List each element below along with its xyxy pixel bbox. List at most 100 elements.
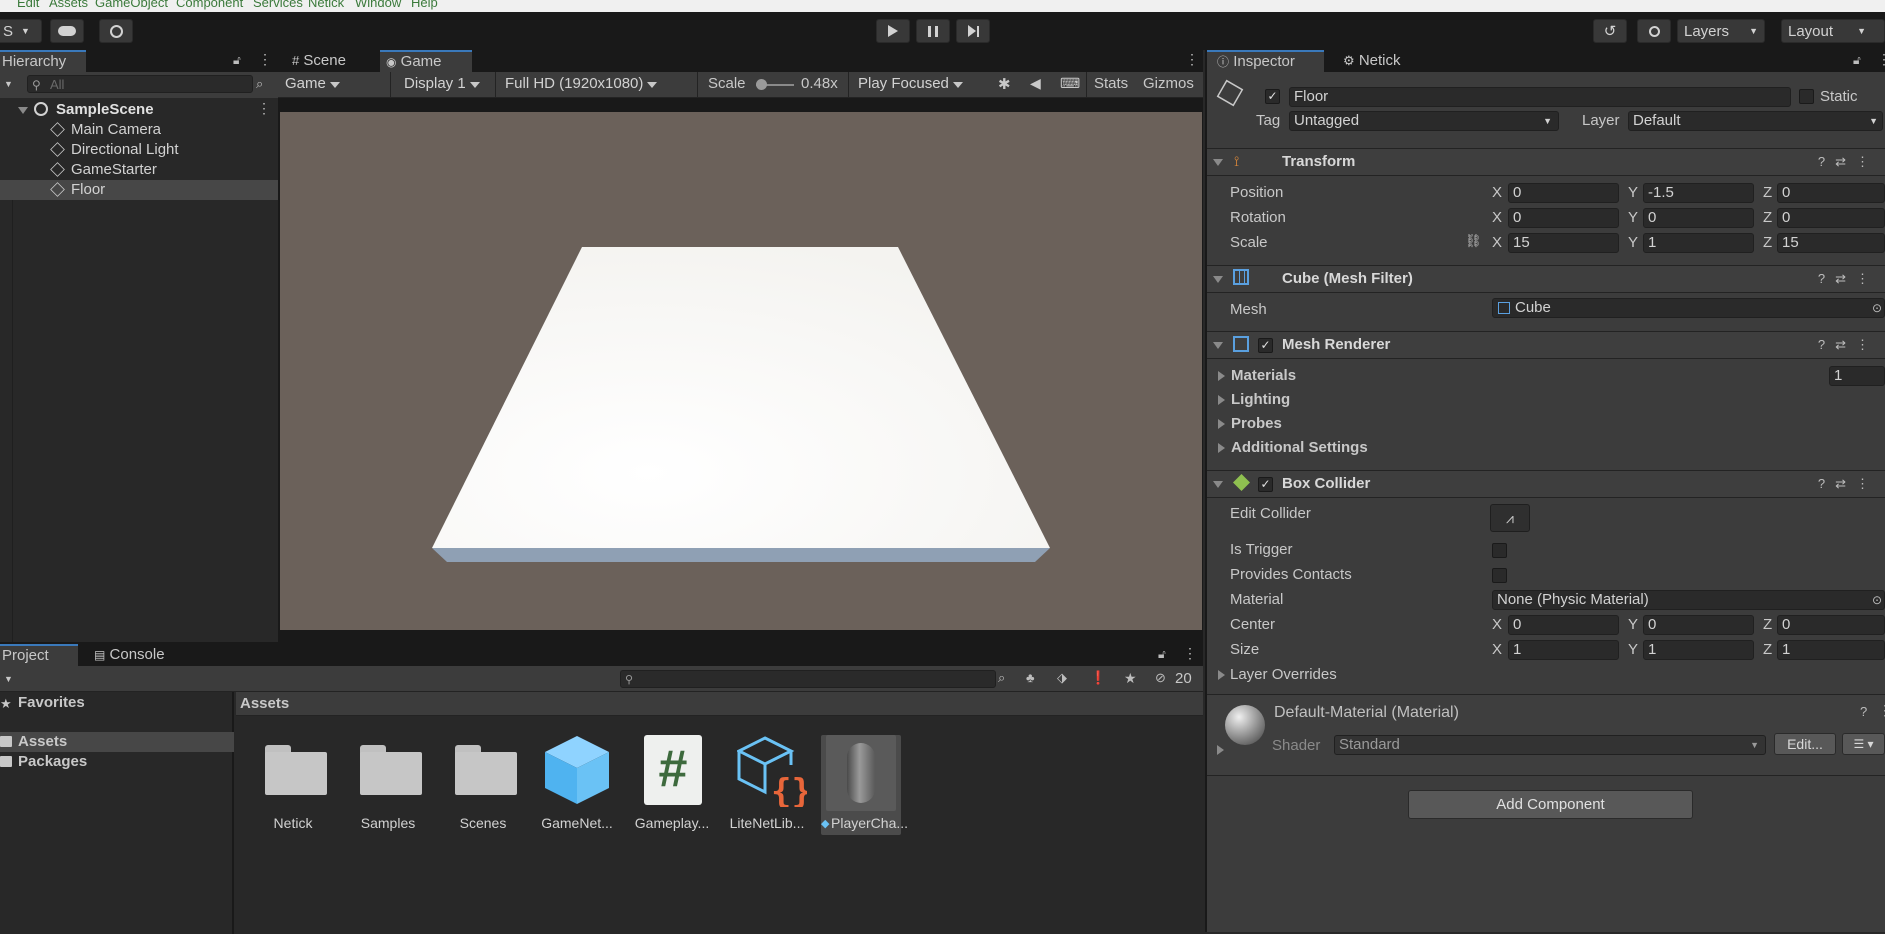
expand-arrow-icon[interactable]	[1218, 371, 1225, 381]
component-header-icons[interactable]: ?⇄⋮	[1818, 154, 1879, 170]
stats-button[interactable]: Stats	[1094, 75, 1128, 92]
search-by-type-icon[interactable]: ⌕	[998, 670, 1005, 686]
kebab-menu-icon[interactable]: ⋮	[1183, 645, 1197, 662]
edit-shader-button[interactable]: Edit...	[1774, 733, 1836, 755]
layout-dropdown[interactable]: Layout ▼	[1781, 19, 1885, 43]
tab-netick[interactable]: ⚙ Netick	[1337, 50, 1427, 72]
provides-contacts-checkbox[interactable]	[1492, 568, 1507, 583]
menu-edit[interactable]: Edit	[17, 0, 39, 10]
is-trigger-checkbox[interactable]	[1492, 543, 1507, 558]
kebab-menu-icon[interactable]: ⋮	[1878, 702, 1885, 719]
tab-project[interactable]: Project	[0, 644, 78, 666]
layer-dropdown[interactable]: Default ▼	[1628, 111, 1883, 131]
search-button[interactable]	[1637, 19, 1671, 43]
box-collider-header[interactable]: ✓ Box Collider ?⇄⋮	[1207, 470, 1885, 498]
lock-icon[interactable]: 🔓︎	[1853, 53, 1861, 68]
expand-arrow-icon[interactable]	[1218, 443, 1225, 453]
mesh-filter-header[interactable]: Cube (Mesh Filter) ?⇄⋮	[1207, 265, 1885, 293]
transform-header[interactable]: ⟟ Transform ?⇄⋮	[1207, 148, 1885, 176]
shader-options-button[interactable]: ☰ ▾	[1842, 733, 1885, 755]
component-header-icons[interactable]: ?⇄⋮	[1818, 337, 1879, 353]
edit-collider-button[interactable]: ⩘	[1490, 504, 1530, 532]
menu-services[interactable]: Services	[253, 0, 303, 10]
collapse-arrow-icon[interactable]	[1213, 481, 1223, 488]
asset-item-selected[interactable]: ◆ PlayerCha...	[821, 735, 908, 835]
add-dropdown-icon[interactable]: ▼	[4, 79, 13, 89]
tree-item-assets[interactable]: Assets	[0, 732, 234, 752]
size-x-field[interactable]: 1	[1508, 640, 1619, 660]
tag-icon[interactable]: ⬗	[1057, 670, 1067, 686]
pause-button[interactable]	[916, 19, 950, 43]
breadcrumb-assets[interactable]: Assets	[240, 695, 289, 712]
tab-inspector[interactable]: ⓘ Inspector	[1207, 50, 1324, 72]
expand-arrow-icon[interactable]	[1218, 670, 1225, 680]
layer-overrides-foldout[interactable]: Layer Overrides	[1230, 666, 1337, 683]
materials-count-field[interactable]: 1	[1829, 366, 1885, 386]
position-y-field[interactable]: -1.5	[1643, 183, 1754, 203]
hidden-packages-icon[interactable]: ⊘	[1155, 670, 1166, 686]
menu-gameobject[interactable]: GameObject	[95, 0, 168, 10]
display-dropdown[interactable]: Display 1	[404, 75, 480, 92]
filter-type-icon[interactable]: ♣	[1026, 670, 1035, 685]
rotation-x-field[interactable]: 0	[1508, 208, 1619, 228]
collab-button[interactable]	[99, 19, 133, 43]
tab-hierarchy[interactable]: Hierarchy	[0, 50, 86, 72]
expand-arrow-icon[interactable]	[1218, 419, 1225, 429]
kebab-menu-icon[interactable]: ⋮	[257, 100, 271, 117]
mesh-renderer-header[interactable]: ✓ Mesh Renderer ?⇄⋮	[1207, 331, 1885, 359]
create-dropdown-icon[interactable]: ▼	[4, 674, 13, 684]
gizmos-button[interactable]: Gizmos	[1143, 75, 1194, 92]
center-z-field[interactable]: 0	[1777, 615, 1885, 635]
mesh-renderer-enabled-checkbox[interactable]: ✓	[1258, 338, 1273, 353]
menu-netick[interactable]: Netick	[308, 0, 344, 10]
collapse-arrow-icon[interactable]	[1213, 342, 1223, 349]
object-name-field[interactable]: Floor	[1289, 87, 1791, 107]
search-filter-icon[interactable]: ⌕	[256, 76, 263, 92]
game-mode-dropdown[interactable]: Game	[285, 75, 340, 92]
expand-arrow-icon[interactable]	[18, 107, 28, 114]
lock-icon[interactable]: 🔓︎	[233, 53, 241, 68]
physic-material-field[interactable]: None (Physic Material) ⊙	[1492, 590, 1885, 610]
kebab-menu-icon[interactable]: ⋮	[1877, 51, 1885, 68]
game-viewport[interactable]	[280, 112, 1202, 630]
keyboard-icon[interactable]: ⌨	[1060, 75, 1080, 92]
cloud-button[interactable]	[50, 19, 84, 43]
hierarchy-item[interactable]: Directional Light	[0, 140, 278, 160]
kebab-menu-icon[interactable]: ⋮	[1185, 51, 1199, 68]
tree-item-packages[interactable]: Packages	[0, 752, 234, 772]
play-button[interactable]	[876, 19, 910, 43]
hierarchy-item[interactable]: GameStarter	[0, 160, 278, 180]
center-y-field[interactable]: 0	[1643, 615, 1754, 635]
component-header-icons[interactable]: ?⇄⋮	[1818, 476, 1879, 492]
position-z-field[interactable]: 0	[1777, 183, 1885, 203]
shader-dropdown[interactable]: Standard ▼	[1334, 735, 1766, 755]
step-button[interactable]	[956, 19, 990, 43]
warning-icon[interactable]: ❗	[1090, 670, 1106, 686]
tag-dropdown[interactable]: Untagged ▼	[1289, 111, 1559, 131]
favorites-label[interactable]: Favorites	[18, 694, 85, 711]
static-checkbox[interactable]	[1799, 89, 1814, 104]
materials-foldout[interactable]: Materials	[1231, 367, 1296, 384]
lighting-foldout[interactable]: Lighting	[1231, 391, 1290, 408]
position-x-field[interactable]: 0	[1508, 183, 1619, 203]
expand-arrow-icon[interactable]	[1217, 745, 1224, 755]
account-button[interactable]: S ▼	[0, 19, 42, 43]
size-z-field[interactable]: 1	[1777, 640, 1885, 660]
rotation-y-field[interactable]: 0	[1643, 208, 1754, 228]
menu-window[interactable]: Window	[355, 0, 401, 10]
hierarchy-item-selected[interactable]: Floor	[0, 180, 278, 200]
help-icon[interactable]: ?	[1860, 704, 1867, 719]
add-component-button[interactable]: Add Component	[1408, 790, 1693, 819]
expand-arrow-icon[interactable]	[1218, 395, 1225, 405]
scene-row[interactable]: SampleScene ⋮	[0, 100, 278, 120]
mesh-object-field[interactable]: Cube ⊙	[1492, 298, 1885, 318]
kebab-menu-icon[interactable]: ⋮	[258, 51, 272, 68]
hierarchy-item[interactable]: Main Camera	[0, 120, 278, 140]
tab-console[interactable]: ▤ Console	[88, 644, 180, 666]
object-picker-icon[interactable]: ⊙	[1872, 591, 1882, 609]
history-button[interactable]: ↺	[1593, 19, 1627, 43]
tab-game[interactable]: ◉ Game	[380, 50, 472, 72]
scale-z-field[interactable]: 15	[1777, 233, 1885, 253]
resolution-dropdown[interactable]: Full HD (1920x1080)	[505, 75, 658, 92]
size-y-field[interactable]: 1	[1643, 640, 1754, 660]
